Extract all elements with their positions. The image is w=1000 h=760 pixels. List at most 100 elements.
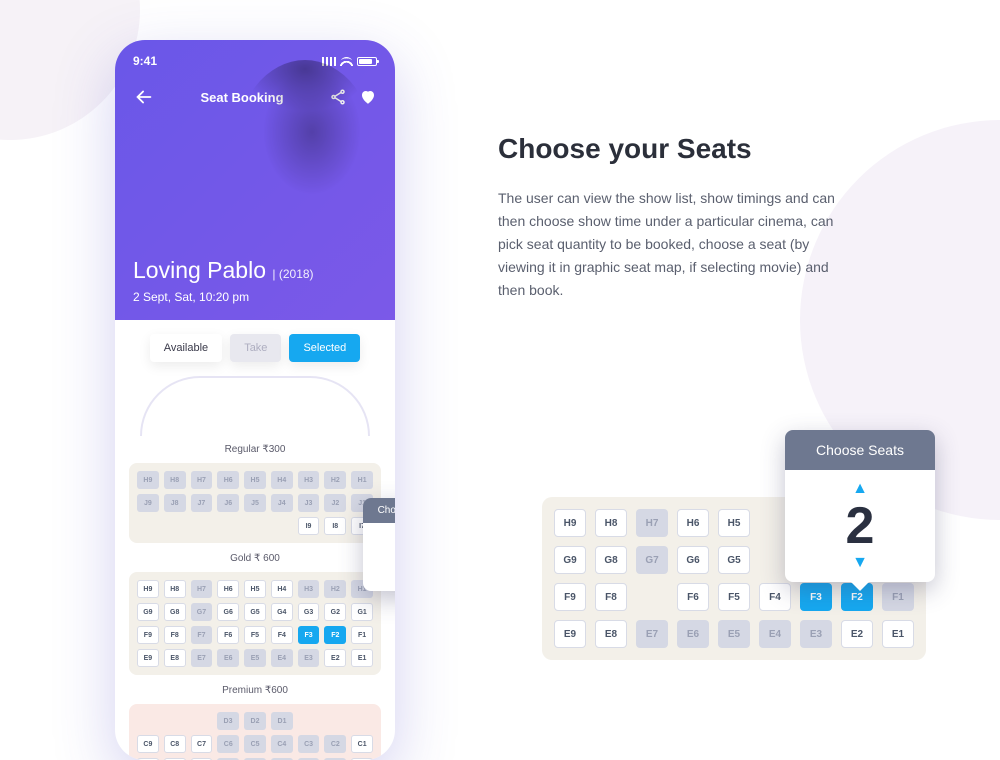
phone-mockup: 9:41 Seat Booking Loving Pablo | (2018) … bbox=[115, 40, 395, 760]
seat-I9[interactable]: I9 bbox=[298, 517, 320, 535]
seat-G9[interactable]: G9 bbox=[137, 603, 159, 621]
seat-G1[interactable]: G1 bbox=[351, 603, 373, 621]
seat-F9[interactable]: F9 bbox=[554, 583, 586, 611]
legend-taken: Take bbox=[230, 334, 281, 362]
seat-F3[interactable]: F3 bbox=[298, 626, 320, 644]
seat-J4: J4 bbox=[271, 494, 293, 512]
legend-selected[interactable]: Selected bbox=[289, 334, 360, 362]
seat-C6: C6 bbox=[217, 735, 239, 753]
seat-G9[interactable]: G9 bbox=[554, 546, 586, 574]
seat-F8[interactable]: F8 bbox=[164, 626, 186, 644]
seat-E8[interactable]: E8 bbox=[164, 649, 186, 667]
seat-H8[interactable]: H8 bbox=[164, 580, 186, 598]
tier-gold: Gold ₹ 600 H9H8H7H6H5H4H3H2H1G9G8G7G6G5G… bbox=[129, 553, 381, 675]
seat-G5[interactable]: G5 bbox=[718, 546, 750, 574]
seat-H5[interactable]: H5 bbox=[718, 509, 750, 537]
seat-E5: E5 bbox=[244, 649, 266, 667]
seat-E1[interactable]: E1 bbox=[882, 620, 914, 648]
showtime: 2 Sept, Sat, 10:20 pm bbox=[133, 290, 249, 304]
seat-F1[interactable]: F1 bbox=[351, 626, 373, 644]
seat-J6: J6 bbox=[217, 494, 239, 512]
seat-G2[interactable]: G2 bbox=[324, 603, 346, 621]
tier-regular: Regular ₹300 H9H8H7H6H5H4H3H2H1J9J8J7J6J… bbox=[129, 444, 381, 543]
tier-title: Gold ₹ 600 bbox=[129, 553, 381, 564]
status-time: 9:41 bbox=[133, 54, 157, 68]
seat-qty-popover: Choose Seats ▲ 2 ▼ bbox=[363, 498, 395, 591]
seat-F5[interactable]: F5 bbox=[718, 583, 750, 611]
seat-J5: J5 bbox=[244, 494, 266, 512]
seat-F2[interactable]: F2 bbox=[324, 626, 346, 644]
chevron-up-icon[interactable]: ▲ bbox=[369, 529, 395, 540]
seat-G3[interactable]: G3 bbox=[298, 603, 320, 621]
seat-E6: E6 bbox=[677, 620, 709, 648]
tier-title: Regular ₹300 bbox=[129, 444, 381, 455]
seat-C5: C5 bbox=[244, 735, 266, 753]
seat-G8[interactable]: G8 bbox=[595, 546, 627, 574]
seat-H1: H1 bbox=[351, 471, 373, 489]
seat-G5[interactable]: G5 bbox=[244, 603, 266, 621]
promo-heading: Choose your Seats bbox=[498, 133, 858, 165]
chevron-up-icon[interactable]: ▲ bbox=[795, 480, 925, 498]
seat-J3: J3 bbox=[298, 494, 320, 512]
chevron-down-icon[interactable]: ▼ bbox=[795, 554, 925, 572]
back-icon[interactable] bbox=[133, 86, 155, 108]
seat-E2[interactable]: E2 bbox=[324, 649, 346, 667]
seat-F4[interactable]: F4 bbox=[759, 583, 791, 611]
seat-C1[interactable]: C1 bbox=[351, 735, 373, 753]
seat-H5[interactable]: H5 bbox=[244, 580, 266, 598]
seat-F9[interactable]: F9 bbox=[137, 626, 159, 644]
popover-title: Choose Seats bbox=[363, 498, 395, 523]
seat-H9[interactable]: H9 bbox=[137, 580, 159, 598]
seat-D3: D3 bbox=[217, 712, 239, 730]
seat-F5[interactable]: F5 bbox=[244, 626, 266, 644]
seat-E6: E6 bbox=[217, 649, 239, 667]
popover-title: Choose Seats bbox=[785, 430, 935, 470]
seat-legend: Available Take Selected bbox=[129, 334, 381, 362]
seat-I8[interactable]: I8 bbox=[324, 517, 346, 535]
seat-H8[interactable]: H8 bbox=[595, 509, 627, 537]
seat-H9[interactable]: H9 bbox=[554, 509, 586, 537]
seat-G4[interactable]: G4 bbox=[271, 603, 293, 621]
seat-E9[interactable]: E9 bbox=[137, 649, 159, 667]
seat-C8[interactable]: C8 bbox=[164, 735, 186, 753]
seat-F6[interactable]: F6 bbox=[677, 583, 709, 611]
seat-E7: E7 bbox=[636, 620, 668, 648]
seat-F7: F7 bbox=[191, 626, 213, 644]
seat-C3: C3 bbox=[298, 735, 320, 753]
seat-E1[interactable]: E1 bbox=[351, 649, 373, 667]
seat-J2: J2 bbox=[324, 494, 346, 512]
seat-G6[interactable]: G6 bbox=[677, 546, 709, 574]
seat-H6: H6 bbox=[217, 471, 239, 489]
seat-H4[interactable]: H4 bbox=[271, 580, 293, 598]
hero-header: 9:41 Seat Booking Loving Pablo | (2018) … bbox=[115, 40, 395, 320]
legend-available[interactable]: Available bbox=[150, 334, 222, 362]
seat-F4[interactable]: F4 bbox=[271, 626, 293, 644]
seat-E8[interactable]: E8 bbox=[595, 620, 627, 648]
tier-premium: Premium ₹600 D3D2D1C9C8C7C6C5C4C3C2C1B9B… bbox=[129, 685, 381, 760]
seat-F6[interactable]: F6 bbox=[217, 626, 239, 644]
seat-E5: E5 bbox=[718, 620, 750, 648]
seat-J9: J9 bbox=[137, 494, 159, 512]
seat-E4: E4 bbox=[271, 649, 293, 667]
seat-G7: G7 bbox=[636, 546, 668, 574]
tier-title: Premium ₹600 bbox=[129, 685, 381, 696]
seat-H3: H3 bbox=[298, 580, 320, 598]
seat-E2[interactable]: E2 bbox=[841, 620, 873, 648]
movie-title: Loving Pablo | (2018) bbox=[133, 257, 314, 284]
seat-H6[interactable]: H6 bbox=[677, 509, 709, 537]
seat-G8[interactable]: G8 bbox=[164, 603, 186, 621]
seat-F3[interactable]: F3 bbox=[800, 583, 832, 611]
seat-C2: C2 bbox=[324, 735, 346, 753]
seat-F8[interactable]: F8 bbox=[595, 583, 627, 611]
seat-E4: E4 bbox=[759, 620, 791, 648]
seat-H8: H8 bbox=[164, 471, 186, 489]
seat-H9: H9 bbox=[137, 471, 159, 489]
seat-C9[interactable]: C9 bbox=[137, 735, 159, 753]
seat-G7: G7 bbox=[191, 603, 213, 621]
seat-H6[interactable]: H6 bbox=[217, 580, 239, 598]
promo-text: Choose your Seats The user can view the … bbox=[498, 133, 858, 302]
seat-C7[interactable]: C7 bbox=[191, 735, 213, 753]
chevron-down-icon[interactable]: ▼ bbox=[369, 574, 395, 585]
seat-E9[interactable]: E9 bbox=[554, 620, 586, 648]
seat-G6[interactable]: G6 bbox=[217, 603, 239, 621]
